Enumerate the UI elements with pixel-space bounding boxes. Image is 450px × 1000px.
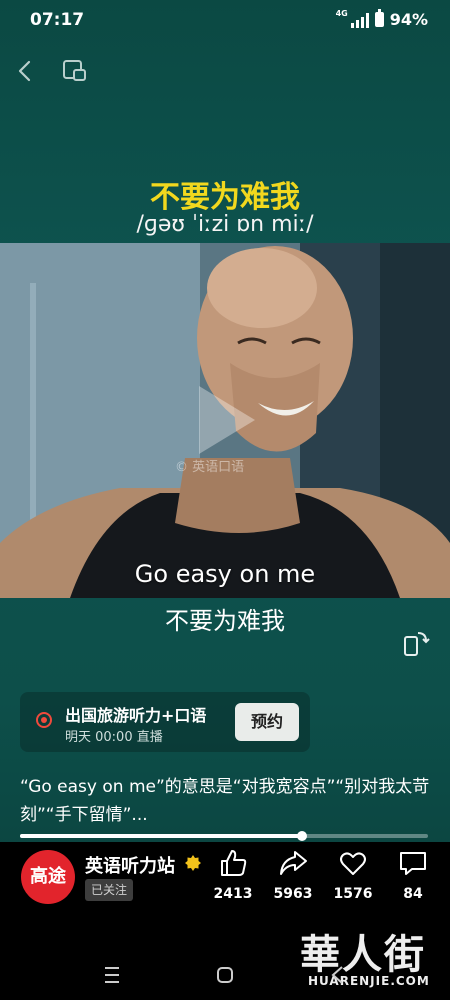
recent-apps-icon[interactable] (92, 960, 132, 990)
video-watermark: © 英语口语 (175, 460, 245, 475)
back-icon[interactable] (10, 56, 40, 86)
comment-icon (400, 852, 426, 875)
like-button[interactable]: 2413 (208, 848, 258, 902)
share-arrow-icon (280, 851, 307, 875)
followed-badge[interactable]: 已关注 (85, 879, 134, 901)
system-navigation-bar (0, 950, 450, 1000)
share-button[interactable]: 5963 (268, 848, 318, 902)
live-reservation-card[interactable]: 出国旅游听力+口语 明天 00:00 直播 预约 (20, 692, 310, 752)
verified-badge-icon (185, 855, 201, 871)
play-icon[interactable] (191, 380, 261, 460)
channel-name[interactable]: 英语听力站 (85, 852, 175, 878)
live-time: 明天 00:00 直播 (65, 730, 163, 745)
comment-button[interactable]: 84 (388, 848, 438, 902)
progress-knob[interactable] (296, 831, 307, 841)
favorite-button[interactable]: 1576 (328, 848, 378, 902)
phonetic-transcription: /ɡəʊ ˈiːzi ɒn miː/ (136, 212, 314, 237)
home-icon[interactable] (205, 960, 245, 990)
like-count: 2413 (213, 886, 253, 902)
signal-icon (350, 12, 369, 28)
battery-level: 94% (389, 10, 428, 29)
thumbs-up-icon (221, 850, 247, 876)
channel-avatar[interactable]: 高途 (21, 850, 75, 904)
floating-window-icon[interactable] (60, 56, 90, 86)
heart-icon (340, 852, 366, 875)
status-icons: 4G 94% (335, 9, 428, 29)
nav-back-icon[interactable] (318, 960, 358, 990)
lesson-title: 不要为难我 (150, 180, 300, 215)
status-bar: 07:17 4G 94% (0, 0, 450, 40)
progress-fill (20, 834, 302, 838)
status-time: 07:17 (30, 10, 85, 30)
live-record-icon (36, 712, 52, 728)
subtitle-english: Go easy on me (134, 560, 316, 588)
live-title: 出国旅游听力+口语 (65, 706, 207, 725)
video-description[interactable]: “Go easy on me”的意思是“对我宽容点”“别对我太苛刻”“手下留情”… (20, 773, 435, 829)
bottom-panel: 高途 英语听力站 已关注 2413 5963 1576 84 華人街 HUARE… (0, 842, 450, 1000)
network-type: 4G (335, 9, 348, 18)
battery-icon (374, 9, 384, 27)
share-count: 5963 (273, 886, 313, 902)
top-bar (0, 48, 450, 92)
comment-count: 84 (403, 886, 423, 902)
subtitle-chinese: 不要为难我 (165, 607, 285, 635)
video-progress-bar[interactable] (20, 831, 428, 841)
reserve-button[interactable]: 预约 (235, 703, 299, 741)
favorite-count: 1576 (333, 886, 373, 902)
rotate-screen-icon[interactable] (402, 628, 430, 658)
